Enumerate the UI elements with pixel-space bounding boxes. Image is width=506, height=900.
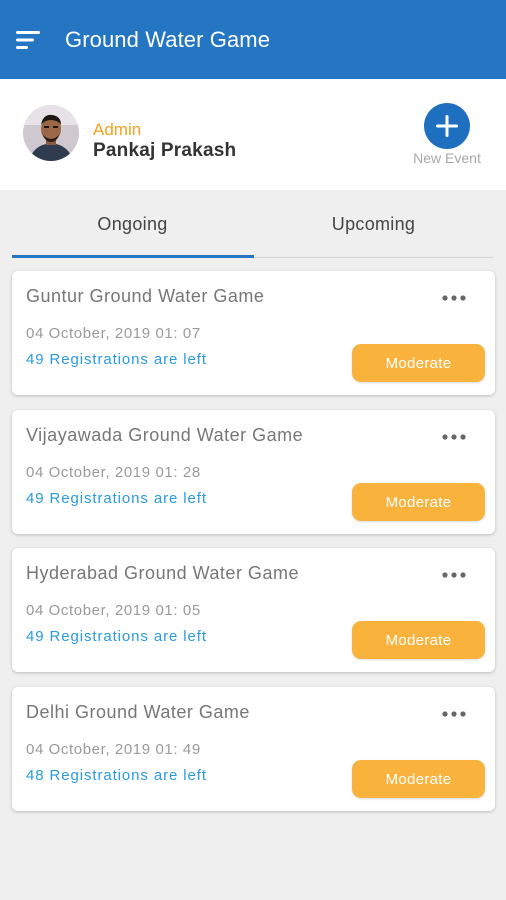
registrations-left: 48 Registrations are left <box>26 767 207 784</box>
moderate-button[interactable]: Moderate <box>352 621 485 659</box>
profile-header: Admin Pankaj Prakash New Event <box>0 79 506 190</box>
event-date: 04 October, 2019 01: 07 <box>26 325 201 342</box>
avatar[interactable] <box>23 105 79 161</box>
menu-button[interactable] <box>0 0 56 79</box>
moderate-button[interactable]: Moderate <box>352 483 485 521</box>
plus-icon <box>436 115 458 137</box>
registrations-left: 49 Registrations are left <box>26 351 207 368</box>
more-horizontal-icon <box>442 572 466 578</box>
event-title: Delhi Ground Water Game <box>26 702 250 722</box>
event-card[interactable]: Guntur Ground Water Game 04 October, 201… <box>12 271 495 395</box>
tab-upcoming[interactable]: Upcoming <box>253 190 494 258</box>
registrations-left: 49 Registrations are left <box>26 628 207 645</box>
registrations-left: 49 Registrations are left <box>26 490 207 507</box>
add-event-fab[interactable] <box>424 103 470 149</box>
more-horizontal-icon <box>442 295 466 301</box>
event-title: Vijayawada Ground Water Game <box>26 425 304 445</box>
event-card[interactable]: Vijayawada Ground Water Game 04 October,… <box>12 410 495 534</box>
moderate-button[interactable]: Moderate <box>352 344 485 382</box>
event-date: 04 October, 2019 01: 28 <box>26 464 201 481</box>
more-options-button[interactable] <box>437 424 471 450</box>
event-title: Hyderabad Ground Water Game <box>26 563 299 583</box>
more-horizontal-icon <box>442 711 466 717</box>
event-card[interactable]: Hyderabad Ground Water Game 04 October, … <box>12 548 495 672</box>
event-card[interactable]: Delhi Ground Water Game 04 October, 2019… <box>12 687 495 811</box>
more-options-button[interactable] <box>437 285 471 311</box>
tab-ongoing[interactable]: Ongoing <box>12 190 253 258</box>
app-title: Ground Water Game <box>65 26 271 52</box>
new-event-button[interactable]: New Event <box>404 101 488 175</box>
event-title: Guntur Ground Water Game <box>26 286 265 306</box>
event-date: 04 October, 2019 01: 49 <box>26 741 201 758</box>
sort-menu-icon <box>16 30 40 49</box>
user-role: Admin <box>93 120 142 139</box>
more-options-button[interactable] <box>437 562 471 588</box>
event-date: 04 October, 2019 01: 05 <box>26 602 201 619</box>
more-options-button[interactable] <box>437 701 471 727</box>
event-tabs: Ongoing Upcoming <box>12 190 494 258</box>
selected-tab-indicator <box>12 255 254 258</box>
new-event-label: New Event <box>413 150 481 166</box>
moderate-button[interactable]: Moderate <box>352 760 485 798</box>
more-horizontal-icon <box>442 434 466 440</box>
user-photo-icon <box>23 105 79 161</box>
user-name: Pankaj Prakash <box>93 140 237 161</box>
app-bar: Ground Water Game <box>0 0 506 79</box>
